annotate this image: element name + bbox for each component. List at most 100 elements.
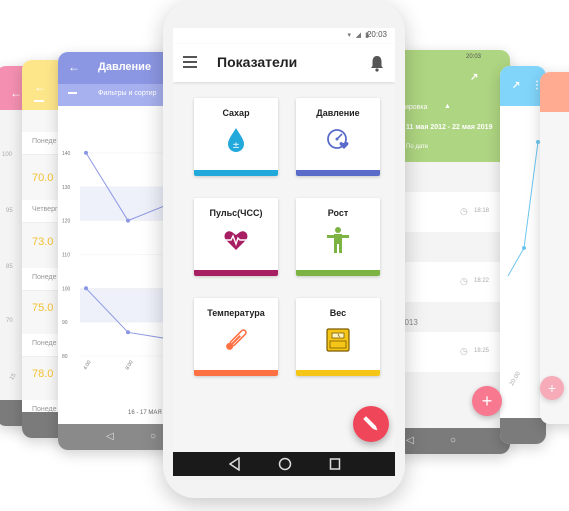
tile-temperature[interactable]: Температура xyxy=(194,298,278,376)
pencil-icon xyxy=(363,416,378,431)
chart-x-axis: 4:008:001 xyxy=(83,359,174,371)
chart-x-label: 16 - 17 МАЯ xyxy=(128,410,162,416)
nav-recents-icon[interactable] xyxy=(329,457,341,471)
tile-label: Пульс(ЧСС) xyxy=(209,208,263,218)
svg-text:±: ± xyxy=(232,141,240,151)
sort-up-icon[interactable]: ▲ xyxy=(444,103,451,110)
scale-icon xyxy=(326,328,350,352)
list-item-value: 78.0 xyxy=(32,368,54,380)
tile-label: Давление xyxy=(316,108,360,118)
chart-y-tick: 100 xyxy=(62,286,71,292)
far-left-tick: 100 xyxy=(2,152,13,158)
list-item-value: 73.0 xyxy=(32,236,54,248)
add-entry-button[interactable]: + xyxy=(472,386,502,416)
filter-icon xyxy=(68,92,77,94)
list-item[interactable]: ◷ 18:25 xyxy=(392,332,510,372)
chart-y-tick: 140 xyxy=(62,151,71,157)
bell-icon[interactable] xyxy=(369,54,385,72)
list-item-day: Четверг xyxy=(32,206,58,213)
tile-pressure[interactable]: Давление xyxy=(296,98,380,176)
background-phone-far-right xyxy=(540,72,569,424)
chart-x-tick: 4:00 xyxy=(83,359,93,371)
entry-time: 18:22 xyxy=(474,278,490,284)
chart-y-tick: 80 xyxy=(62,354,68,360)
pressure-title: Давление xyxy=(98,61,152,73)
list-item-day: Понеде xyxy=(32,340,57,347)
thermometer-icon xyxy=(226,329,247,350)
nav-home-icon[interactable] xyxy=(278,457,292,471)
chart-point xyxy=(84,286,88,291)
tile-label: Вес xyxy=(329,308,347,318)
list-item-day: Понеде xyxy=(32,138,57,145)
tile-weight[interactable]: Вес xyxy=(296,298,380,376)
clock-icon: ◷ xyxy=(460,276,468,286)
nav-back-icon[interactable] xyxy=(229,457,241,471)
tile-height[interactable]: Рост xyxy=(296,198,380,276)
tile-label: Температура xyxy=(207,308,265,318)
far-right-header xyxy=(540,72,569,112)
clock-icon: ◷ xyxy=(460,206,468,216)
tile-color-bar xyxy=(194,370,278,376)
filter-label: Фильтры и сортир xyxy=(98,90,157,97)
menu-icon[interactable] xyxy=(183,56,197,68)
chart-point xyxy=(126,330,130,335)
tile-color-bar xyxy=(296,270,380,276)
trend-icon[interactable]: ↗ xyxy=(470,72,478,83)
filter-icon[interactable] xyxy=(34,100,44,102)
heart-pulse-icon xyxy=(224,231,248,250)
main-screen: ▾ ◢ ▮ 20:03 Показатели Сахар ± Давление … xyxy=(173,28,395,476)
chart-band xyxy=(80,186,176,221)
chart-grid xyxy=(80,152,176,357)
sort-by-date[interactable]: По дате xyxy=(406,144,428,150)
trend-icon[interactable]: ↗ xyxy=(512,80,520,91)
chart-y-tick: 90 xyxy=(62,320,68,326)
tile-color-bar xyxy=(194,170,278,176)
main-navbar xyxy=(173,452,395,476)
tile-pulse[interactable]: Пульс(ЧСС) xyxy=(194,198,278,276)
chart-point xyxy=(126,218,130,223)
wifi-icon: ▾ xyxy=(347,32,351,39)
nav-home-icon[interactable]: ○ xyxy=(450,435,456,447)
drop-icon: ± xyxy=(228,128,244,152)
chart-y-tick: 110 xyxy=(62,252,70,258)
chart-y-tick: 120 xyxy=(62,219,71,225)
tile-color-bar xyxy=(296,370,380,376)
list-item-value: 70.0 xyxy=(32,172,54,184)
list-item-value: 75.0 xyxy=(32,302,54,314)
entry-time: 18:25 xyxy=(474,348,490,354)
tile-sugar[interactable]: Сахар ± xyxy=(194,98,278,176)
chart-y-axis: 140 130 120 110 100 90 80 xyxy=(62,151,71,360)
far-left-tick: 70 xyxy=(6,318,13,324)
status-time: 20:03 xyxy=(366,30,387,39)
page-title: Показатели xyxy=(217,54,298,70)
list-item-day: Понеде xyxy=(32,274,57,281)
tile-color-bar xyxy=(194,270,278,276)
entry-time: 18:18 xyxy=(474,208,490,214)
list-item[interactable]: ◷ 18:22 xyxy=(392,262,510,302)
nav-back-icon[interactable]: ◁ xyxy=(106,431,114,443)
pulse-navbar xyxy=(500,418,546,444)
back-arrow-icon[interactable]: ← xyxy=(68,60,80,74)
tile-color-bar xyxy=(296,170,380,176)
list-item[interactable]: ◷ 18:18 xyxy=(392,192,510,232)
status-bar: ▾ ◢ ▮ 20:03 xyxy=(173,28,395,44)
back-arrow-icon[interactable]: ← xyxy=(10,86,22,100)
nav-back-icon[interactable]: ◁ xyxy=(406,435,414,447)
person-icon xyxy=(327,227,349,253)
add-entry-button-far[interactable]: + xyxy=(540,376,564,400)
far-left-tick: 95 xyxy=(6,208,13,214)
back-arrow-icon[interactable]: ← xyxy=(34,80,46,94)
height-navbar: ◁ ○ xyxy=(392,428,510,454)
far-left-tick: 85 xyxy=(6,264,13,270)
edit-fab-button[interactable] xyxy=(353,406,389,442)
chart-point xyxy=(84,150,88,155)
main-phone: ▾ ◢ ▮ 20:03 Показатели Сахар ± Давление … xyxy=(163,0,405,498)
nav-home-icon[interactable]: ○ xyxy=(150,431,156,443)
status-time: 20:03 xyxy=(466,54,482,60)
tile-label: Рост xyxy=(327,208,349,218)
signal-icon: ◢ xyxy=(355,32,361,39)
chart-band xyxy=(80,288,176,323)
far-left-axis-label: 15 xyxy=(9,372,18,382)
app-bar: Показатели xyxy=(173,44,395,82)
date-range[interactable]: 11 мая 2012 - 22 мая 2019 xyxy=(406,124,492,131)
